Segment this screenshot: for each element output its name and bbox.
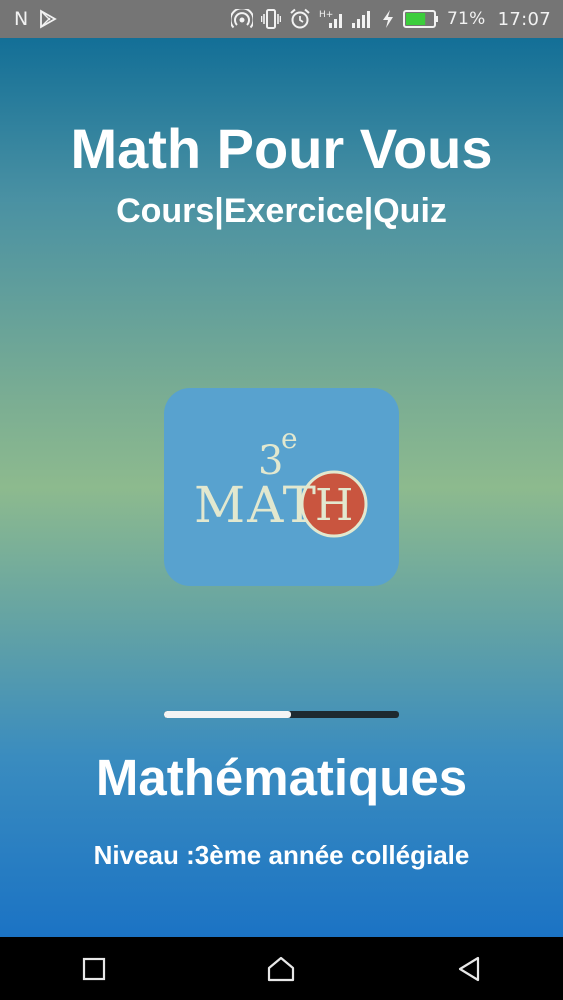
logo-circle-letter: H — [315, 480, 353, 531]
vibrate-icon — [260, 8, 281, 30]
signal-h-icon: H+ — [319, 8, 343, 30]
app-title: Math Pour Vous — [70, 117, 493, 180]
n-icon: N — [14, 8, 29, 30]
app-logo: 3 e MAT H — [164, 388, 399, 586]
math-logo-graphic: 3 e MAT H — [194, 422, 368, 538]
signal-icon — [351, 8, 373, 30]
navigation-bar — [0, 937, 563, 1000]
home-button[interactable] — [251, 944, 311, 994]
hotspot-icon — [230, 9, 253, 29]
logo-superscript: e — [281, 422, 298, 455]
splash-screen: Math Pour Vous Cours|Exercice|Quiz 3 e M… — [0, 38, 563, 937]
app-subtitle: Cours|Exercice|Quiz — [116, 192, 447, 230]
subject-title: Mathématiques — [95, 749, 468, 806]
loading-progress-fill — [164, 711, 291, 718]
status-bar-left: N — [14, 8, 58, 30]
recent-apps-button[interactable] — [64, 944, 124, 994]
home-icon — [268, 956, 295, 981]
play-store-icon — [38, 9, 58, 29]
battery-percent: 71% — [446, 9, 486, 29]
status-bar-right: H+ 71% 17:07 — [230, 8, 551, 30]
status-bar: N H+ 71% 17:07 — [0, 0, 563, 38]
back-icon — [459, 956, 480, 981]
svg-text:H+: H+ — [319, 10, 333, 20]
logo-word: MAT — [194, 476, 318, 534]
loading-progress-bar — [164, 711, 399, 718]
level-label: Niveau :3ème année collégiale — [93, 840, 470, 870]
alarm-icon — [289, 8, 311, 30]
recent-apps-icon — [82, 957, 105, 980]
battery-icon — [402, 9, 439, 29]
clock: 17:07 — [497, 8, 551, 30]
back-button[interactable] — [439, 944, 499, 994]
charging-icon — [381, 9, 395, 29]
